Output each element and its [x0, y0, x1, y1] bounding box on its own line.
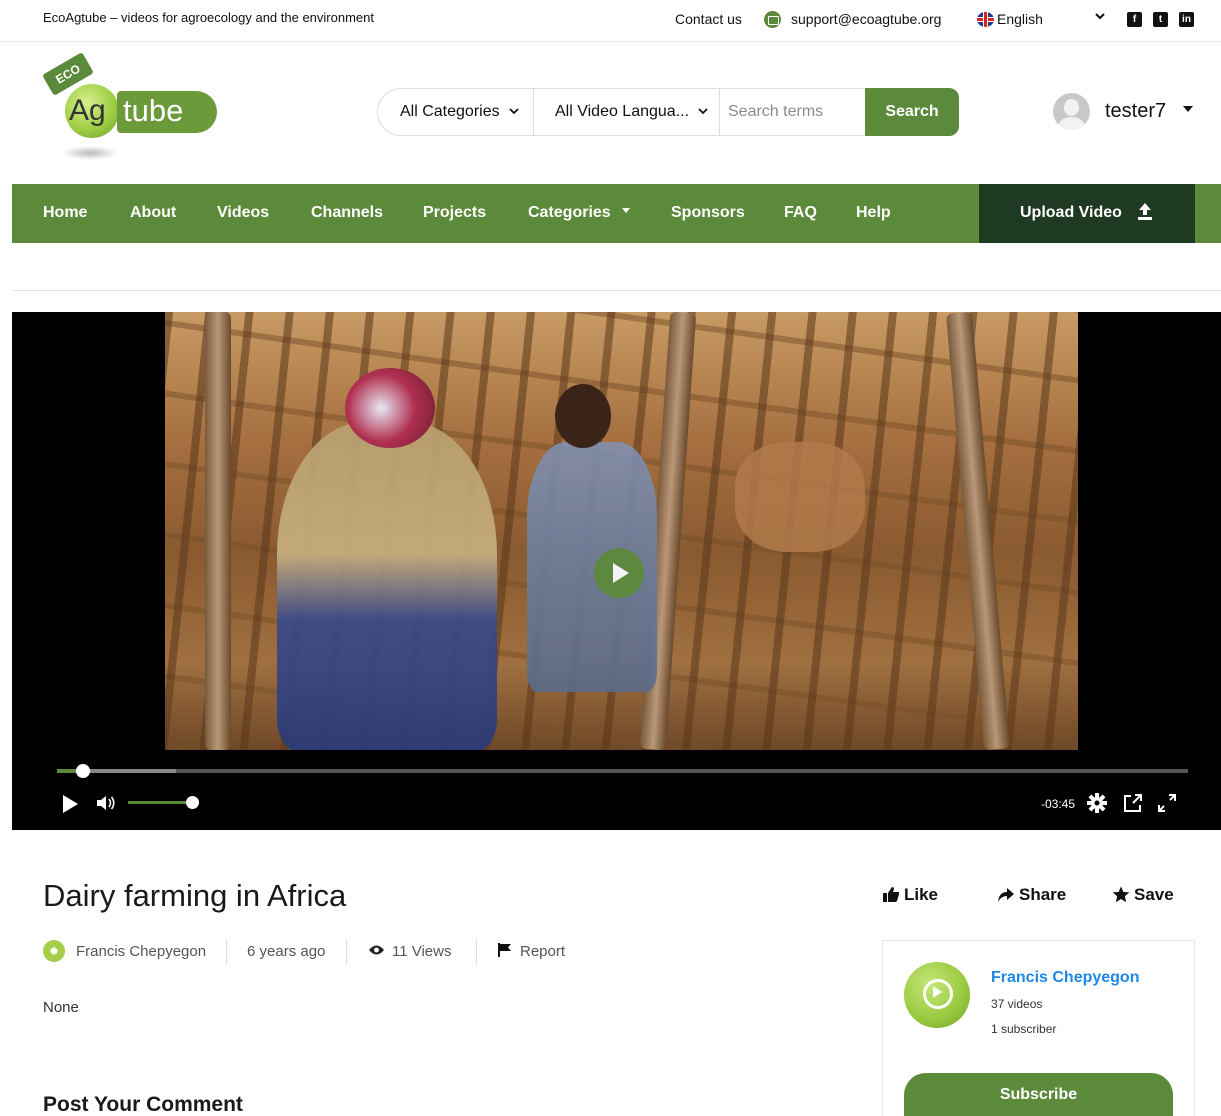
- search-button[interactable]: Search: [865, 88, 959, 136]
- report-label: Report: [520, 943, 566, 960]
- divider: [476, 939, 477, 965]
- upload-video-button[interactable]: Upload Video: [979, 184, 1195, 243]
- category-dropdown[interactable]: All Categories: [400, 103, 520, 121]
- divider: [533, 89, 534, 135]
- main-nav: Home About Videos Channels Projects Cate…: [12, 184, 1221, 243]
- view-count-label: 11 Views: [392, 943, 452, 960]
- nav-about[interactable]: About: [130, 204, 176, 222]
- volume-icon[interactable]: [95, 794, 117, 812]
- save-button[interactable]: Save: [1112, 885, 1174, 905]
- share-icon: [998, 888, 1014, 902]
- popout-icon[interactable]: [1122, 792, 1144, 814]
- video-scene-shape: [345, 368, 435, 448]
- chevron-down-icon[interactable]: [1094, 10, 1106, 25]
- video-description: None: [43, 999, 79, 1016]
- nav-categories[interactable]: Categories: [528, 204, 631, 222]
- video-frame[interactable]: [165, 312, 1078, 750]
- site-logo[interactable]: ECO Ag tube: [42, 52, 223, 178]
- upload-video-label: Upload Video: [1020, 204, 1122, 221]
- save-label: Save: [1134, 885, 1174, 904]
- like-button[interactable]: Like: [882, 885, 938, 905]
- divider: [226, 939, 227, 965]
- divider: [719, 89, 720, 135]
- video-scene-shape: [735, 442, 865, 552]
- site-tagline: EcoAgtube – videos for agroecology and t…: [43, 10, 374, 25]
- logo-tube-text: tube: [123, 93, 184, 128]
- upload-age: 6 years ago: [247, 943, 326, 960]
- user-avatar[interactable]: [1053, 93, 1090, 130]
- subscribe-button[interactable]: Subscribe: [904, 1073, 1173, 1116]
- channel-avatar-small[interactable]: [43, 940, 65, 962]
- channel-name-link[interactable]: Francis Chepyegon: [991, 969, 1139, 987]
- nav-videos[interactable]: Videos: [217, 204, 269, 222]
- view-count: 11 Views: [368, 943, 451, 960]
- comment-heading: Post Your Comment: [43, 1093, 243, 1116]
- volume-level: [128, 801, 192, 804]
- video-title: Dairy farming in Africa: [43, 878, 347, 913]
- report-button[interactable]: Report: [497, 943, 565, 960]
- nav-channels[interactable]: Channels: [311, 204, 383, 222]
- channel-subscriber-count: 1 subscriber: [991, 1022, 1057, 1036]
- search-input[interactable]: [728, 97, 858, 127]
- fullscreen-icon[interactable]: [1156, 792, 1178, 814]
- top-bar: EcoAgtube – videos for agroecology and t…: [0, 0, 1221, 42]
- video-scene-shape: [945, 312, 1011, 750]
- channel-avatar[interactable]: [904, 962, 970, 1028]
- progress-handle[interactable]: [76, 764, 90, 778]
- language-selector[interactable]: English: [997, 11, 1043, 27]
- video-language-dropdown[interactable]: All Video Langua...: [555, 103, 709, 121]
- video-scene-shape: [277, 422, 497, 750]
- contact-us-link[interactable]: Contact us: [675, 11, 742, 27]
- video-scene-shape: [555, 384, 611, 448]
- volume-slider[interactable]: [128, 796, 199, 809]
- nav-faq[interactable]: FAQ: [784, 204, 817, 222]
- like-label: Like: [904, 885, 939, 904]
- category-dropdown-label: All Categories: [400, 103, 500, 120]
- divider: [12, 290, 1221, 291]
- big-play-button[interactable]: [594, 548, 644, 598]
- username[interactable]: tester7: [1105, 100, 1166, 123]
- search-bar: All Categories All Video Langua... Searc…: [377, 88, 959, 136]
- share-label: Share: [1019, 885, 1067, 904]
- channel-video-count: 37 videos: [991, 997, 1043, 1011]
- facebook-icon[interactable]: f: [1127, 12, 1142, 27]
- chevron-down-icon: [509, 108, 519, 115]
- progress-bar[interactable]: [57, 764, 1188, 778]
- nav-home[interactable]: Home: [43, 204, 87, 222]
- caret-down-icon[interactable]: [1182, 101, 1194, 117]
- video-player[interactable]: -03:45: [12, 312, 1221, 830]
- star-icon: [1112, 886, 1130, 903]
- share-button[interactable]: Share: [997, 885, 1066, 905]
- logo-ag-text: Ag: [69, 94, 106, 127]
- video-language-label: All Video Langua...: [555, 103, 690, 120]
- time-remaining: -03:45: [1041, 797, 1076, 811]
- eye-icon: [369, 945, 384, 955]
- chevron-down-icon: [698, 108, 709, 115]
- uk-flag-icon: [977, 12, 994, 27]
- linkedin-icon[interactable]: in: [1179, 12, 1194, 27]
- mail-icon: [764, 11, 781, 28]
- nav-projects[interactable]: Projects: [423, 204, 486, 222]
- channel-card: Francis Chepyegon 37 videos 1 subscriber…: [882, 940, 1195, 1116]
- volume-handle[interactable]: [186, 796, 199, 809]
- channel-link[interactable]: Francis Chepyegon: [76, 943, 206, 960]
- flag-icon: [498, 943, 511, 957]
- video-scene-shape: [205, 312, 231, 750]
- play-button[interactable]: [63, 795, 78, 813]
- nav-sponsors[interactable]: Sponsors: [671, 204, 745, 222]
- support-email-link[interactable]: support@ecoagtube.org: [791, 11, 941, 27]
- nav-help[interactable]: Help: [856, 204, 891, 222]
- caret-down-icon: [622, 208, 631, 213]
- twitter-icon[interactable]: t: [1153, 12, 1168, 27]
- upload-icon: [1138, 203, 1152, 220]
- thumbs-up-icon: [883, 887, 900, 902]
- settings-gear-icon[interactable]: [1086, 792, 1108, 814]
- divider: [346, 939, 347, 965]
- logo-shadow: [61, 146, 119, 160]
- nav-categories-label: Categories: [528, 204, 611, 221]
